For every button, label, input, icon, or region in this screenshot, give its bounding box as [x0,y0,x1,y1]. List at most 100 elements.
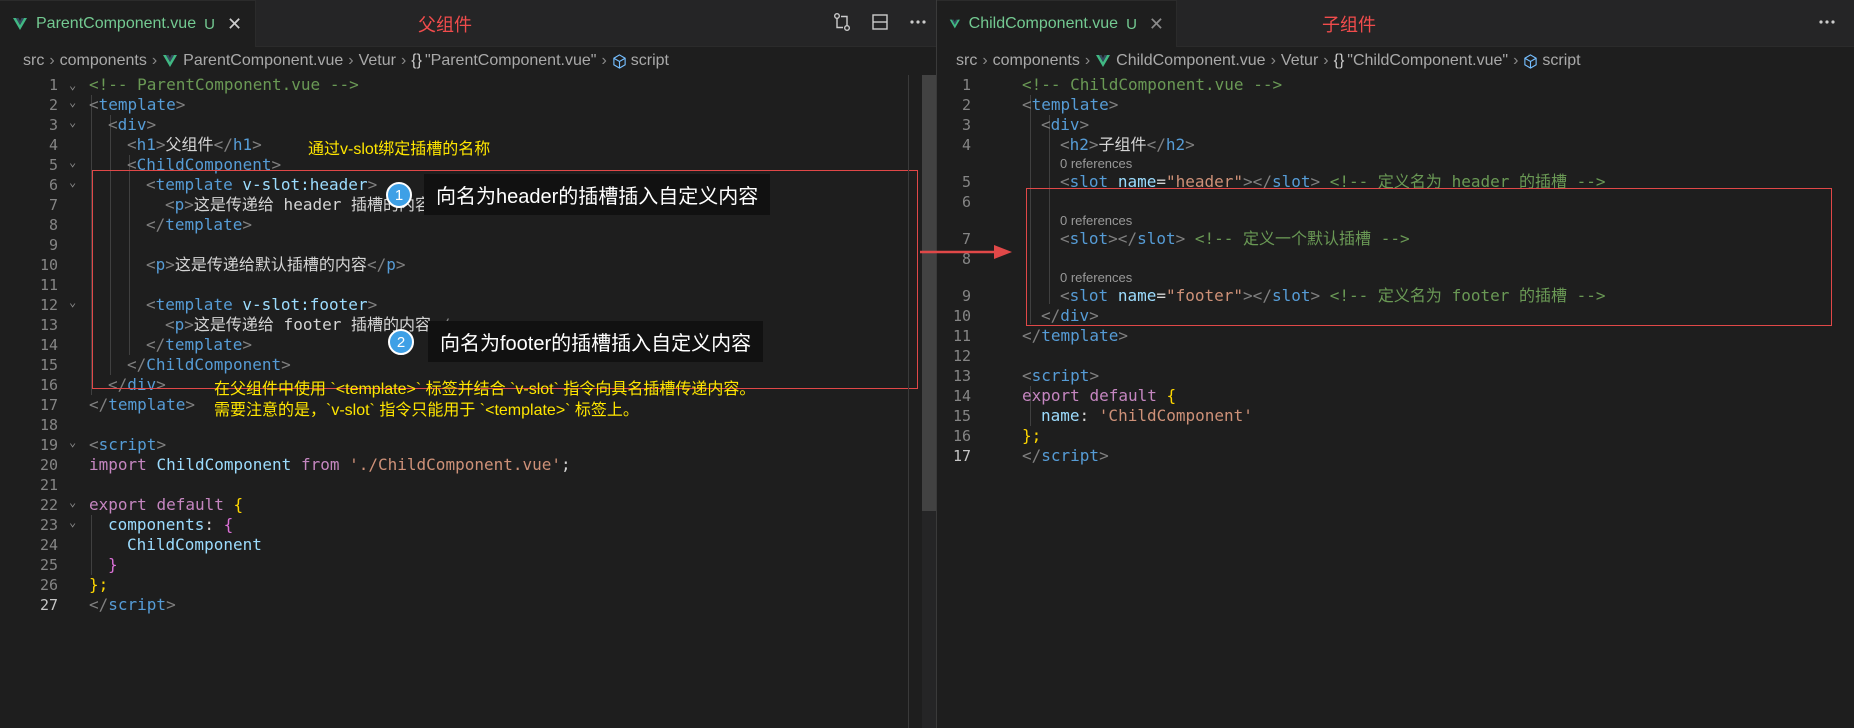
braces-icon: {} [1333,52,1345,69]
scrollbar-thumb[interactable] [922,75,936,511]
more-actions-icon[interactable] [908,12,928,32]
fold-chevron-icon[interactable]: ⌄ [69,512,76,532]
fold-chevron-icon[interactable]: ⌄ [69,152,76,172]
crumb-script[interactable]: script [631,52,669,70]
step-bubble-2: 2 [388,329,414,355]
breadcrumb: src › components › ParentComponent.vue › Ve… [23,52,669,70]
crumb-components[interactable]: components [60,52,147,70]
code-line-26: }; [89,575,109,594]
line-number: 15 [39,356,58,374]
code-line-20: import ChildComponent from './ChildCompo… [89,455,571,474]
line-number: 4 [48,136,58,154]
vue-file-icon [949,19,960,29]
tab-childcomponent[interactable]: ChildComponent.vue U ✕ [937,0,1177,47]
symbol-cube-icon [613,53,626,69]
parent-label: 父组件 [418,15,472,35]
code-line-3: <div> [1041,115,1090,134]
code-line-13: <script> [1022,366,1100,385]
code-line-17: </script> [1022,446,1109,465]
fold-chevron-icon[interactable]: ⌄ [69,172,76,192]
line-number-current: 17 [952,447,971,465]
code-line-23: components: { [108,515,234,534]
code-line-3: <div> [108,115,157,134]
code-line-27: </script> [89,595,176,614]
untracked-badge: U [204,15,215,33]
line-number: 2 [48,96,58,114]
code-line-14: export default { [1022,386,1177,405]
split-editor-icon[interactable] [870,12,890,32]
line-number: 4 [961,136,971,154]
editor-actions [1817,12,1837,32]
line-number: 10 [952,307,971,325]
code-line-16: }; [1022,426,1042,445]
step-bubble-1: 1 [386,182,412,208]
line-number: 9 [961,287,971,305]
code-line-11: </template> [1022,326,1128,345]
code-editor[interactable]: 1 2 3 4 5 6 7 8 9 10 11 12 13 14 15 16 1… [937,75,1854,728]
slot-name-annotation: 通过v-slot绑定插槽的名称 [308,141,491,158]
code-line-25: } [108,555,118,574]
crumb-vetur[interactable]: Vetur [359,52,396,70]
crumb-script[interactable]: script [1542,52,1580,70]
line-number: 25 [39,556,58,574]
line-number: 11 [952,327,971,345]
footer-callout: 向名为footer的插槽插入自定义内容 [428,321,764,362]
line-number: 1 [961,76,971,94]
indent-guide [91,515,92,575]
line-number: 11 [39,276,58,294]
code-editor[interactable]: 1 2 3 4 5 6 7 8 9 10 11 12 13 14 15 16 1… [0,75,937,728]
fold-chevron-icon[interactable]: ⌄ [69,292,76,312]
line-number: 18 [39,416,58,434]
arrow-annotation-icon [920,245,1012,259]
code-line-15: name: 'ChildComponent' [1041,406,1253,425]
line-number: 13 [39,316,58,334]
vslot-usage-note: 在父组件中使用 `<template>` 标签并结合 `v-slot` 指令向具… [214,381,756,419]
line-number: 12 [39,296,58,314]
line-number: 3 [961,116,971,134]
line-number: 3 [48,116,58,134]
child-editor-pane: ChildComponent.vue U ✕ 子组件 src › componen… [937,0,1854,728]
vertical-scrollbar[interactable] [922,75,936,728]
vue-file-icon [163,55,178,67]
codelens-references[interactable]: 0 references [1060,155,1132,173]
code-line-1: <!-- ParentComponent.vue --> [89,75,359,94]
line-number: 6 [961,193,971,211]
fold-chevron-icon[interactable]: ⌄ [69,92,76,112]
line-number: 13 [952,367,971,385]
tab-parentcomponent[interactable]: ParentComponent.vue U ✕ [0,0,256,47]
compare-changes-icon[interactable] [832,12,852,32]
more-actions-icon[interactable] [1817,12,1837,32]
fold-chevron-icon[interactable]: ⌄ [69,432,76,452]
crumb-component[interactable]: "ChildComponent.vue" [1347,52,1508,70]
line-number: 8 [48,216,58,234]
close-tab-icon[interactable]: ✕ [227,14,242,35]
line-number: 9 [48,236,58,254]
line-number-current: 27 [39,596,58,614]
code-line-2: <template> [89,95,186,114]
line-number: 23 [39,516,58,534]
line-number: 16 [952,427,971,445]
line-number: 22 [39,496,58,514]
vue-file-icon [13,18,27,30]
code-line-4: <h2>子组件</h2> [1060,135,1195,154]
line-number: 2 [961,96,971,114]
crumb-src[interactable]: src [23,52,44,70]
tab-bar: ChildComponent.vue U ✕ 子组件 [937,0,1854,47]
line-number: 6 [48,176,58,194]
line-number: 15 [952,407,971,425]
crumb-vetur[interactable]: Vetur [1281,52,1318,70]
fold-chevron-icon[interactable]: ⌄ [69,492,76,512]
line-number: 10 [39,256,58,274]
crumb-components[interactable]: components [993,52,1080,70]
code-line-1: <!-- ChildComponent.vue --> [1022,75,1283,94]
minimap-ruler [908,75,909,728]
crumb-file[interactable]: ChildComponent.vue [1116,52,1265,70]
crumb-component[interactable]: "ParentComponent.vue" [425,52,596,70]
crumb-src[interactable]: src [956,52,977,70]
fold-chevron-icon[interactable]: ⌄ [69,112,76,132]
close-tab-icon[interactable]: ✕ [1149,14,1164,35]
crumb-file[interactable]: ParentComponent.vue [183,52,343,70]
code-line-19: <script> [89,435,167,454]
untracked-badge: U [1126,15,1137,33]
line-number: 14 [952,387,971,405]
